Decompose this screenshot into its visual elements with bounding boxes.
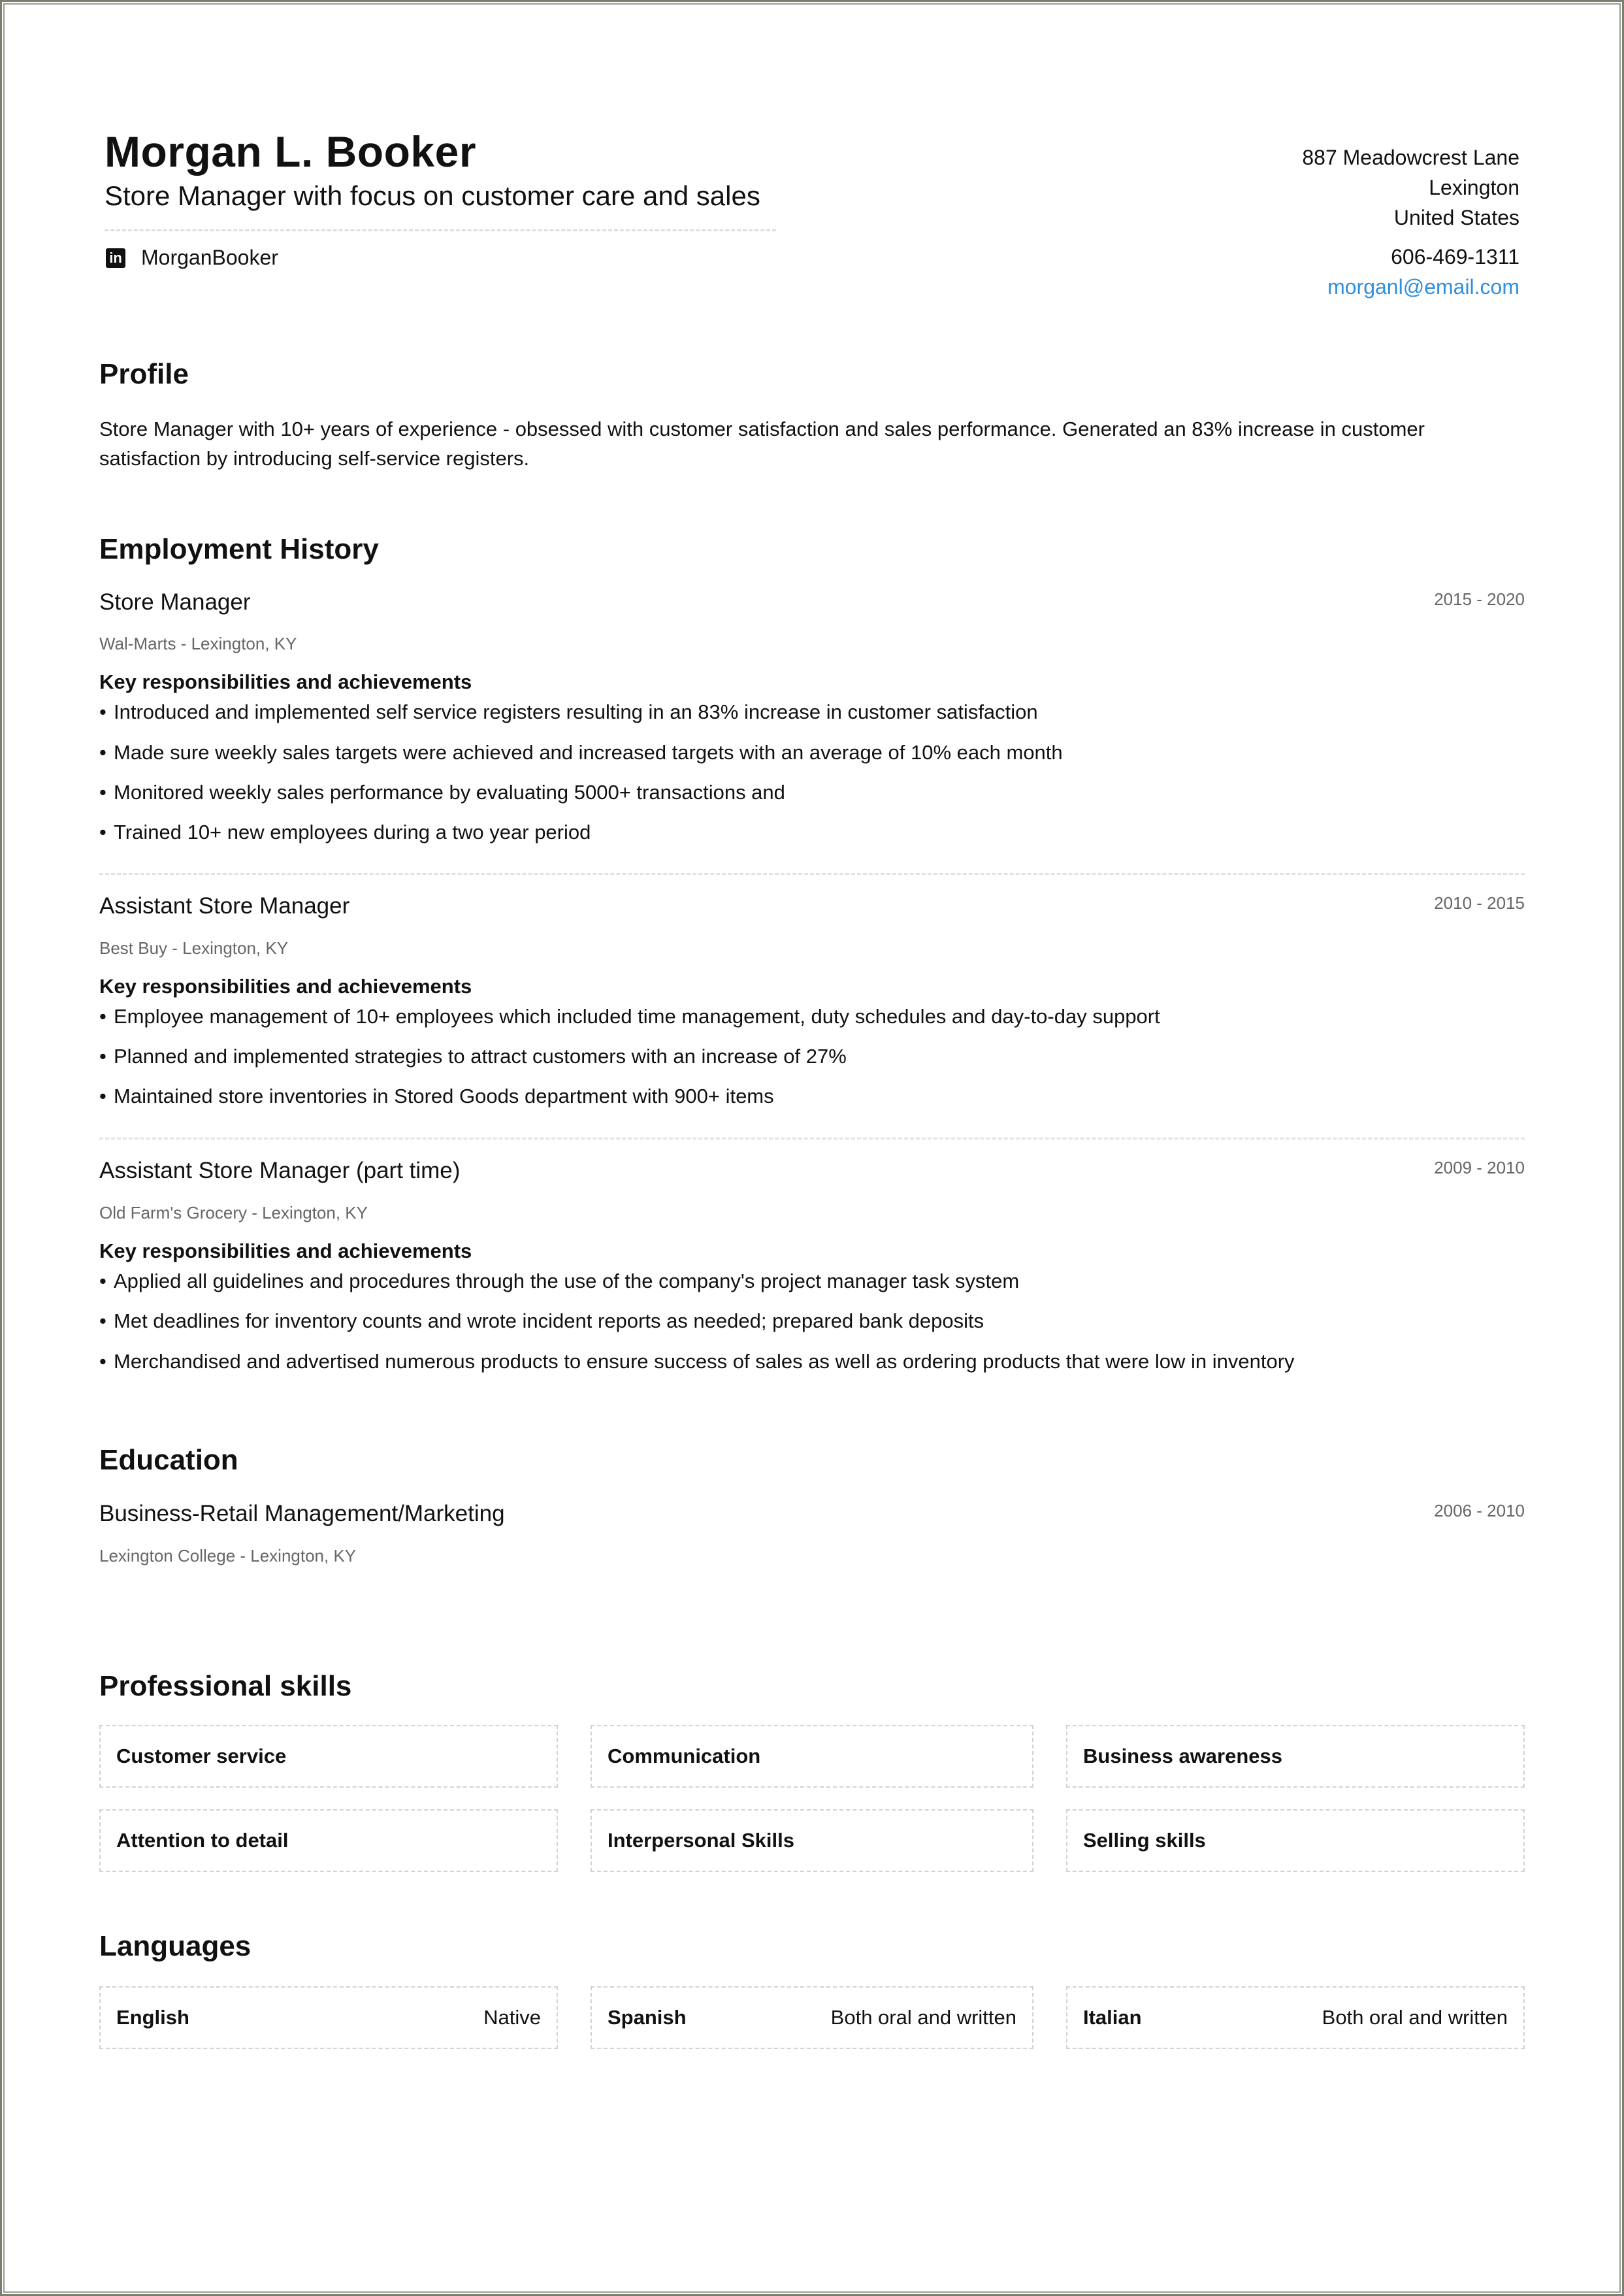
bullet-icon: • (99, 821, 106, 844)
bullet-item: • Employee management of 10+ employees wh… (99, 1005, 1160, 1028)
job-employer: Best Buy - Lexington, KY (99, 938, 289, 958)
degree-title: Business-Retail Management/Marketing (99, 1501, 505, 1526)
bullet-icon: • (99, 1045, 106, 1068)
bullet-item: • Planned and implemented strategies to a… (99, 1045, 847, 1068)
language-name: English (116, 2006, 189, 2029)
skills-heading: Professional skills (99, 1670, 352, 1702)
candidate-headline: Store Manager with focus on customer car… (105, 180, 760, 211)
language-name: Spanish (608, 2006, 687, 2029)
linkedin-link[interactable]: in MorganBooker (106, 246, 278, 270)
language-level: Both oral and written (1322, 2006, 1508, 2029)
contact-spacer (1302, 233, 1519, 242)
header-divider (105, 229, 776, 231)
bullet-text: Monitored weekly sales performance by ev… (114, 781, 785, 804)
languages-heading: Languages (99, 1930, 252, 1962)
responsibilities-heading: Key responsibilities and achievements (99, 975, 472, 998)
bullet-text: Introduced and implemented self service … (114, 700, 1038, 723)
job-employer: Old Farm's Grocery - Lexington, KY (99, 1203, 368, 1222)
skill-item: Communication (591, 1725, 1033, 1788)
employment-heading: Employment History (99, 533, 379, 565)
bullet-item: • Monitored weekly sales performance by e… (99, 781, 785, 804)
job-title: Assistant Store Manager (part time) (99, 1158, 461, 1183)
job-dates: 2009 - 2010 (1434, 1158, 1525, 1177)
bullet-text: Employee management of 10+ employees whi… (114, 1005, 1160, 1028)
bullet-text: Trained 10+ new employees during a two y… (114, 821, 591, 844)
profile-heading: Profile (99, 358, 189, 390)
bullet-item: • Introduced and implemented self service… (99, 700, 1038, 724)
responsibilities-heading: Key responsibilities and achievements (99, 670, 472, 693)
job-divider (99, 1138, 1525, 1140)
school-name: Lexington College - Lexington, KY (99, 1546, 357, 1566)
address-line: 887 Meadowcrest Lane (1302, 146, 1519, 169)
bullet-item: • Maintained store inventories in Stored … (99, 1085, 774, 1108)
language-level: Native (483, 2006, 541, 2029)
job-dates: 2010 - 2015 (1434, 893, 1525, 913)
skill-label: Business awareness (1083, 1745, 1283, 1767)
skill-label: Attention to detail (116, 1829, 289, 1852)
bullet-item: • Applied all guidelines and procedures t… (99, 1270, 1019, 1293)
job-title: Assistant Store Manager (99, 893, 350, 919)
language-item: Italian Both oral and written (1066, 1986, 1525, 2049)
profile-line: Store Manager with 10+ years of experien… (99, 418, 1425, 440)
job-employer: Wal-Marts - Lexington, KY (99, 634, 297, 653)
skill-item: Interpersonal Skills (591, 1809, 1033, 1872)
bullet-text: Maintained store inventories in Stored G… (114, 1085, 774, 1107)
bullet-icon: • (99, 781, 106, 804)
bullet-icon: • (99, 1005, 106, 1028)
profile-summary: Store Manager with 10+ years of experien… (99, 414, 1523, 473)
candidate-name: Morgan L. Booker (105, 127, 477, 176)
language-name: Italian (1083, 2006, 1142, 2029)
education-dates: 2006 - 2010 (1434, 1501, 1525, 1520)
language-item: English Native (99, 1986, 558, 2049)
skill-label: Interpersonal Skills (608, 1829, 794, 1852)
linkedin-icon: in (106, 248, 125, 268)
bullet-icon: • (99, 1350, 106, 1373)
bullet-item: • Met deadlines for inventory counts and … (99, 1309, 984, 1333)
language-level: Both oral and written (830, 2006, 1016, 2029)
job-dates: 2015 - 2020 (1434, 589, 1525, 609)
contact-block: 887 Meadowcrest Lane Lexington United St… (1302, 142, 1519, 302)
skill-label: Communication (608, 1745, 761, 1767)
bullet-item: • Merchandised and advertised numerous pr… (99, 1350, 1295, 1373)
education-heading: Education (99, 1444, 238, 1476)
bullet-icon: • (99, 700, 106, 723)
bullet-item: • Trained 10+ new employees during a two … (99, 821, 591, 844)
bullet-text: Applied all guidelines and procedures th… (114, 1270, 1020, 1292)
responsibilities-heading: Key responsibilities and achievements (99, 1239, 472, 1262)
bullet-item: • Made sure weekly sales targets were ach… (99, 741, 1063, 764)
skill-label: Customer service (116, 1745, 287, 1767)
bullet-text: Made sure weekly sales targets were achi… (114, 741, 1063, 764)
skill-item: Business awareness (1066, 1725, 1525, 1788)
job-title: Store Manager (99, 589, 251, 615)
profile-line: satisfaction by introducing self-service… (99, 447, 530, 470)
skill-item: Selling skills (1066, 1809, 1525, 1872)
language-item: Spanish Both oral and written (591, 1986, 1033, 2049)
email-link[interactable]: morganl@email.com (1302, 272, 1519, 302)
bullet-icon: • (99, 1085, 106, 1107)
bullet-icon: • (99, 1309, 106, 1332)
bullet-text: Met deadlines for inventory counts and w… (114, 1309, 984, 1332)
bullet-text: Planned and implemented strategies to at… (114, 1045, 847, 1068)
skill-label: Selling skills (1083, 1829, 1206, 1852)
skill-item: Customer service (99, 1725, 558, 1788)
bullet-icon: • (99, 741, 106, 764)
address-country: United States (1393, 206, 1519, 229)
bullet-icon: • (99, 1270, 106, 1292)
bullet-text: Merchandised and advertised numerous pro… (114, 1350, 1295, 1373)
job-divider (99, 873, 1525, 875)
address-city: Lexington (1429, 176, 1519, 199)
skill-item: Attention to detail (99, 1809, 558, 1872)
linkedin-handle[interactable]: MorganBooker (141, 246, 278, 270)
phone-number: 606-469-1311 (1391, 245, 1519, 269)
